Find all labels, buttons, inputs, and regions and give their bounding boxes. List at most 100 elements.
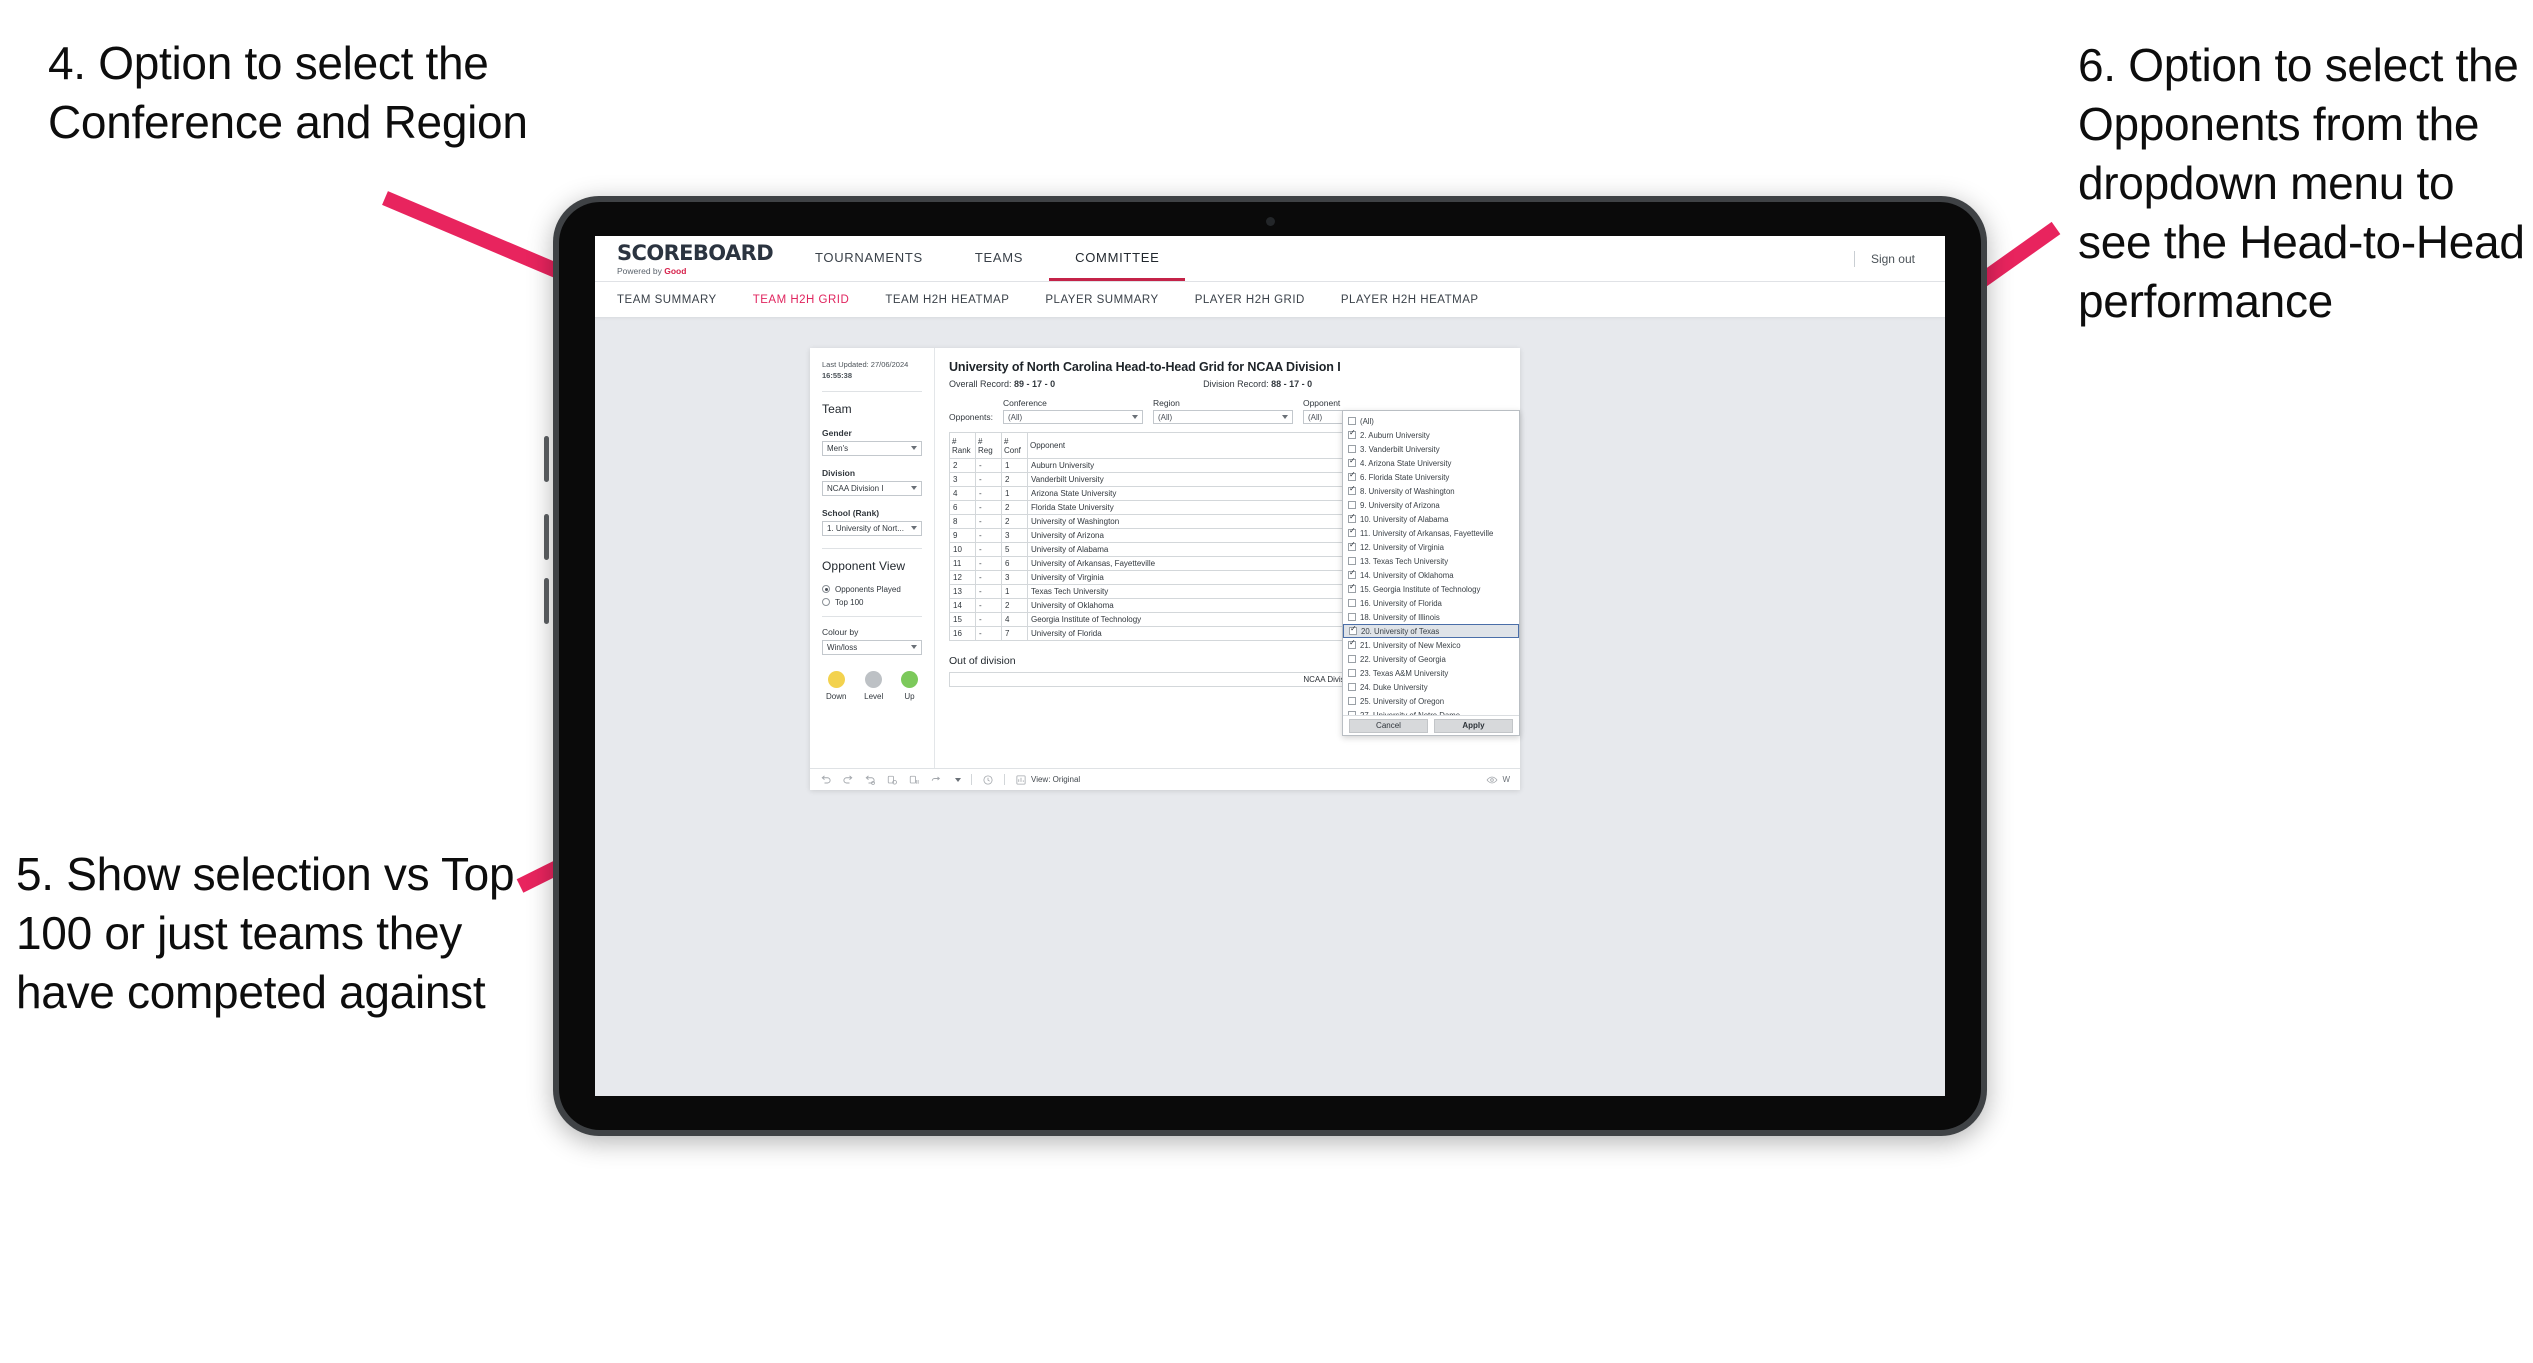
legend-up: Up (900, 670, 918, 701)
cell-rank: 9 (949, 528, 976, 543)
radio-opponents-played[interactable]: Opponents Played (822, 585, 922, 594)
checkbox-icon[interactable] (1348, 569, 1356, 579)
dropdown-item[interactable]: 18. University of Illinois (1343, 610, 1519, 624)
undo-icon[interactable] (820, 774, 832, 786)
checkbox-icon[interactable] (1349, 625, 1357, 635)
dropdown-item[interactable]: 16. University of Florida (1343, 596, 1519, 610)
checkbox-icon[interactable] (1348, 639, 1356, 649)
filter-gender-select[interactable]: Men's (822, 440, 922, 456)
subnav-team-h2h-grid[interactable]: TEAM H2H GRID (735, 294, 868, 306)
dropdown-item[interactable]: 24. Duke University (1343, 680, 1519, 694)
nav-item-committee[interactable]: COMMITTEE (1049, 236, 1186, 281)
checkbox-icon[interactable] (1348, 485, 1356, 495)
checkbox-icon[interactable] (1348, 557, 1356, 565)
filter-conference-select[interactable]: (All) (1002, 410, 1143, 424)
share-icon[interactable] (930, 774, 942, 786)
subnav-player-h2h-grid[interactable]: PLAYER H2H GRID (1177, 294, 1323, 306)
dropdown-item[interactable]: 14. University of Oklahoma (1343, 568, 1519, 582)
dropdown-item[interactable]: 4. Arizona State University (1343, 456, 1519, 470)
subnav-player-summary[interactable]: PLAYER SUMMARY (1027, 294, 1176, 306)
dropdown-item[interactable]: 23. Texas A&M University (1343, 666, 1519, 680)
redo-icon[interactable] (842, 774, 854, 786)
dropdown-item-label: 4. Arizona State University (1360, 458, 1452, 468)
cell-rank: 8 (949, 514, 976, 529)
annotation-6-text: 6. Option to select the Opponents from t… (2078, 39, 2525, 327)
radio-top-100[interactable]: Top 100 (822, 598, 922, 607)
filter-division-value: NCAA Division I (827, 483, 884, 493)
nav-item-teams[interactable]: TEAMS (949, 236, 1049, 281)
dropdown-item[interactable]: 3. Vanderbilt University (1343, 442, 1519, 456)
division-record: Division Record: 88 - 17 - 0 (1203, 379, 1312, 389)
dropdown-item[interactable]: 2. Auburn University (1343, 428, 1519, 442)
chevron-down-icon[interactable] (955, 777, 961, 782)
checkbox-icon[interactable] (1348, 683, 1356, 691)
checkbox-icon[interactable] (1348, 527, 1356, 537)
dropdown-item[interactable]: 15. Georgia Institute of Technology (1343, 582, 1519, 596)
checkbox-icon[interactable] (1348, 513, 1356, 523)
col-rank[interactable]: # Rank (949, 432, 976, 459)
filter-region-select[interactable]: (All) (1152, 410, 1293, 424)
dropdown-item[interactable]: 10. University of Alabama (1343, 512, 1519, 526)
apply-button[interactable]: Apply (1434, 718, 1513, 733)
subnav-player-h2h-heatmap[interactable]: PLAYER H2H HEATMAP (1323, 294, 1497, 306)
refresh-data-icon[interactable] (886, 774, 898, 786)
cell-reg: - (975, 514, 1002, 529)
dropdown-item[interactable]: 11. University of Arkansas, Fayetteville (1343, 526, 1519, 540)
checkbox-icon[interactable] (1348, 429, 1356, 439)
checkbox-icon[interactable] (1348, 613, 1356, 621)
checkbox-icon[interactable] (1348, 655, 1356, 663)
checkbox-icon[interactable] (1348, 711, 1356, 715)
checkbox-icon[interactable] (1348, 501, 1356, 509)
dropdown-footer: Cancel Apply (1343, 715, 1519, 735)
checkbox-icon[interactable] (1348, 541, 1356, 551)
dropdown-item[interactable]: 21. University of New Mexico (1343, 638, 1519, 652)
filter-gender: Gender Men's (822, 428, 922, 456)
opponent-dropdown-menu[interactable]: (All) 2. Auburn University 3. Vanderbilt U… (1342, 410, 1520, 736)
annotation-4-text: 4. Option to select the Conference and R… (48, 37, 528, 148)
filter-region: Region (All) (1152, 398, 1293, 424)
nav-item-tournaments[interactable]: TOURNAMENTS (789, 236, 949, 281)
cell-reg: - (975, 612, 1002, 627)
filter-colour-by-select[interactable]: Win/loss (822, 639, 922, 655)
radio-on-icon (822, 585, 830, 594)
revert-icon[interactable] (864, 774, 876, 786)
checkbox-icon[interactable] (1348, 445, 1356, 453)
dropdown-item[interactable]: 20. University of Texas (1343, 624, 1519, 638)
filter-school-select[interactable]: 1. University of Nort... (822, 520, 922, 536)
dropdown-item[interactable]: 13. Texas Tech University (1343, 554, 1519, 568)
col-conf[interactable]: # Conf (1001, 432, 1028, 459)
checkbox-icon[interactable] (1348, 471, 1356, 481)
watch-eye-icon[interactable] (1486, 774, 1498, 786)
dropdown-item[interactable]: 8. University of Washington (1343, 484, 1519, 498)
checkbox-icon[interactable] (1348, 599, 1356, 607)
view-original-button[interactable]: View: Original (1015, 774, 1080, 786)
pause-data-icon[interactable] (908, 774, 920, 786)
checkbox-icon[interactable] (1348, 697, 1356, 705)
col-reg[interactable]: # Reg (975, 432, 1002, 459)
history-icon[interactable] (982, 774, 994, 786)
filter-division-select[interactable]: NCAA Division I (822, 480, 922, 496)
watch-label[interactable]: W (1502, 775, 1510, 784)
checkbox-icon[interactable] (1348, 417, 1356, 425)
logo[interactable]: SCOREBOARD Powered by Good (617, 241, 774, 277)
dropdown-item-label: 23. Texas A&M University (1360, 668, 1449, 678)
subnav-team-h2h-heatmap[interactable]: TEAM H2H HEATMAP (867, 294, 1027, 306)
radio-top-100-label: Top 100 (835, 597, 864, 607)
dropdown-item[interactable]: 25. University of Oregon (1343, 694, 1519, 708)
dropdown-item[interactable]: (All) (1343, 414, 1519, 428)
checkbox-icon[interactable] (1348, 669, 1356, 677)
checkbox-icon[interactable] (1348, 457, 1356, 467)
dropdown-item[interactable]: 6. Florida State University (1343, 470, 1519, 484)
dropdown-item[interactable]: 27. University of Notre Dame (1343, 708, 1519, 715)
dropdown-item[interactable]: 12. University of Virginia (1343, 540, 1519, 554)
sign-out-link[interactable]: Sign out (1871, 252, 1915, 266)
checkbox-icon[interactable] (1348, 583, 1356, 593)
header-divider (1853, 250, 1855, 267)
device-button-volume-up (544, 514, 549, 560)
subnav-team-summary[interactable]: TEAM SUMMARY (617, 294, 735, 306)
col-opponent[interactable]: Opponent (1027, 432, 1366, 459)
app-screen: SCOREBOARD Powered by Good TOURNAMENTS T… (595, 236, 1945, 1096)
dropdown-item[interactable]: 22. University of Georgia (1343, 652, 1519, 666)
dropdown-item[interactable]: 9. University of Arizona (1343, 498, 1519, 512)
cancel-button[interactable]: Cancel (1349, 718, 1428, 733)
